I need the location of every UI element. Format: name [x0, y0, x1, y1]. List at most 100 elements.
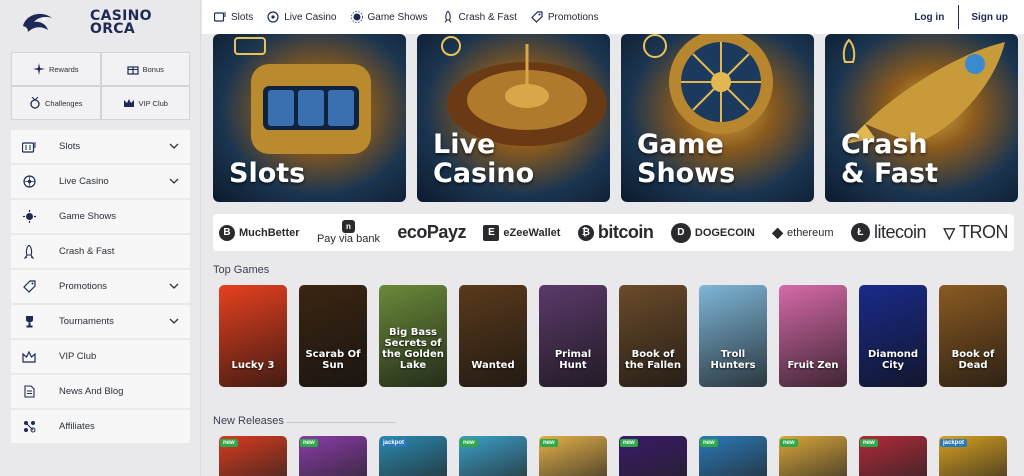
game-title: Scarab Of Sun	[305, 349, 361, 371]
new-releases-heading: New Releases	[213, 415, 396, 427]
quick-link-rewards[interactable]: Rewards	[11, 52, 101, 86]
litecoin-logo-icon: Ł	[850, 223, 870, 242]
slot-machine-icon	[22, 140, 36, 154]
top-nav: Slots Live Casino Game Shows Crash & Fas…	[214, 11, 612, 23]
signup-button[interactable]: Sign up	[971, 12, 1008, 23]
game-card[interactable]: new	[859, 436, 927, 476]
top-nav-crash-fast[interactable]: Crash & Fast	[442, 11, 517, 23]
top-nav-promotions[interactable]: Promotions	[531, 11, 598, 23]
sidebar-item-promotions[interactable]: Promotions	[11, 270, 190, 303]
top-nav-label: Slots	[231, 11, 254, 23]
sidebar-item-news-and-blog[interactable]: News And Blog	[11, 375, 190, 408]
game-title: Fruit Zen	[787, 360, 839, 371]
game-card[interactable]: new	[539, 436, 607, 476]
sidebar-item-slots[interactable]: Slots	[11, 130, 190, 163]
game-card[interactable]: new	[459, 436, 527, 476]
game-card[interactable]: Lucky 3	[219, 285, 287, 387]
roulette-icon	[22, 175, 36, 189]
ezeewallet-logo-icon: E	[483, 224, 500, 241]
sidebar-item-vip-club[interactable]: VIP Club	[11, 340, 190, 373]
sidebar-item-label: Live Casino	[59, 176, 109, 187]
payment-litecoin: Łlitecoin	[850, 222, 926, 243]
sidebar: CASINO ORCA Rewards Bonus Challenges VIP…	[0, 0, 201, 476]
game-title: Lucky 3	[231, 360, 275, 371]
hero-card-game-shows[interactable]: Game Shows	[621, 34, 814, 202]
sidebar-item-game-shows[interactable]: Game Shows	[11, 200, 190, 233]
game-card[interactable]: jackpot	[379, 436, 447, 476]
game-card[interactable]: new	[619, 436, 687, 476]
game-title: Primal Hunt	[554, 349, 592, 371]
game-title: Big Bass Secrets of the Golden Lake	[382, 327, 444, 371]
sidebar-item-label: Game Shows	[59, 211, 117, 222]
hero-card-slots[interactable]: Slots	[213, 34, 406, 202]
sidebar-item-live-casino[interactable]: Live Casino	[11, 165, 190, 198]
quick-link-vip-club[interactable]: VIP Club	[100, 86, 190, 120]
crown-icon	[22, 350, 36, 364]
game-card[interactable]: Big Bass Secrets of the Golden Lake	[379, 285, 447, 387]
muchbetter-logo-icon: B	[219, 224, 235, 241]
game-title: Book of Dead	[951, 349, 995, 371]
dogecoin-logo-icon: D	[670, 222, 691, 243]
game-card[interactable]: Troll Hunters	[699, 285, 767, 387]
sidebar-item-crash-fast[interactable]: Crash & Fast	[11, 235, 190, 268]
game-card[interactable]: Fruit Zen	[779, 285, 847, 387]
chevron-down-icon[interactable]	[169, 177, 179, 185]
quick-link-label: VIP Club	[138, 98, 168, 108]
game-badge: new	[540, 439, 558, 447]
top-nav-slots[interactable]: Slots	[214, 11, 253, 23]
hero-card-crash-fast[interactable]: Crash & Fast	[825, 34, 1018, 202]
chevron-down-icon[interactable]	[169, 282, 179, 290]
top-games-heading: Top Games	[213, 264, 270, 276]
game-card[interactable]: Wanted	[459, 285, 527, 387]
top-nav-live-casino[interactable]: Live Casino	[267, 11, 337, 23]
game-badge: new	[220, 439, 238, 447]
game-card[interactable]: Diamond City	[859, 285, 927, 387]
payment-methods-strip: B MuchBetter n Pay via bank ecoPayz EeZeeW…	[213, 214, 1014, 251]
document-icon	[22, 385, 36, 399]
game-card[interactable]: new	[219, 436, 287, 476]
chevron-down-icon[interactable]	[169, 317, 179, 325]
game-card[interactable]: new	[299, 436, 367, 476]
game-card[interactable]: Primal Hunt	[539, 285, 607, 387]
game-badge: new	[460, 439, 478, 447]
sidebar-item-affiliates[interactable]: Affiliates	[11, 410, 190, 443]
sidebar-item-label: VIP Club	[59, 351, 97, 362]
tron-logo-icon: ▽	[943, 224, 955, 242]
ethereum-logo-icon: ◆	[772, 224, 784, 240]
game-card[interactable]: new	[699, 436, 767, 476]
sidebar-item-label: Tournaments	[59, 316, 114, 327]
sidebar-item-label: Promotions	[59, 281, 108, 292]
crown-icon	[123, 99, 134, 107]
game-card[interactable]: Book of the Fallen	[619, 285, 687, 387]
quick-link-bonus[interactable]: Bonus	[100, 52, 190, 86]
game-card[interactable]: jackpot	[939, 436, 1007, 476]
medal-icon	[30, 97, 40, 109]
game-card[interactable]: Book of Dead	[939, 285, 1007, 387]
sparkle-icon	[32, 63, 45, 75]
payment-tron: ▽ TRON	[943, 222, 1008, 242]
trophy-icon	[22, 315, 36, 329]
wheel-icon	[22, 210, 36, 224]
game-card[interactable]: new	[779, 436, 847, 476]
network-icon	[22, 420, 36, 434]
top-nav-game-shows[interactable]: Game Shows	[350, 11, 428, 23]
game-title: Diamond City	[867, 349, 919, 371]
hero-title: Game Shows	[637, 129, 736, 189]
sidebar-item-tournaments[interactable]: Tournaments	[11, 305, 190, 338]
game-badge: new	[300, 439, 318, 447]
casino-orca-logo[interactable]: CASINO ORCA	[20, 6, 152, 40]
category-banners: Slots Live Casino Game Shows Crash & Fas…	[213, 34, 1018, 202]
payment-muchbetter: B MuchBetter	[219, 224, 300, 241]
roulette-icon	[267, 11, 279, 23]
top-nav-label: Live Casino	[284, 11, 337, 23]
chevron-down-icon[interactable]	[169, 142, 179, 150]
sidebar-item-label: Crash & Fast	[59, 246, 115, 257]
login-button[interactable]: Log in	[914, 12, 944, 23]
game-card[interactable]: Scarab Of Sun	[299, 285, 367, 387]
top-games-row: Lucky 3 Scarab Of Sun Big Bass Secrets of …	[219, 285, 1007, 387]
payment-ezeewallet: EeZeeWallet	[483, 224, 560, 241]
quick-link-challenges[interactable]: Challenges	[11, 86, 101, 120]
hero-card-live-casino[interactable]: Live Casino	[417, 34, 610, 202]
tag-icon	[531, 11, 543, 23]
quick-link-label: Challenges	[44, 98, 83, 108]
